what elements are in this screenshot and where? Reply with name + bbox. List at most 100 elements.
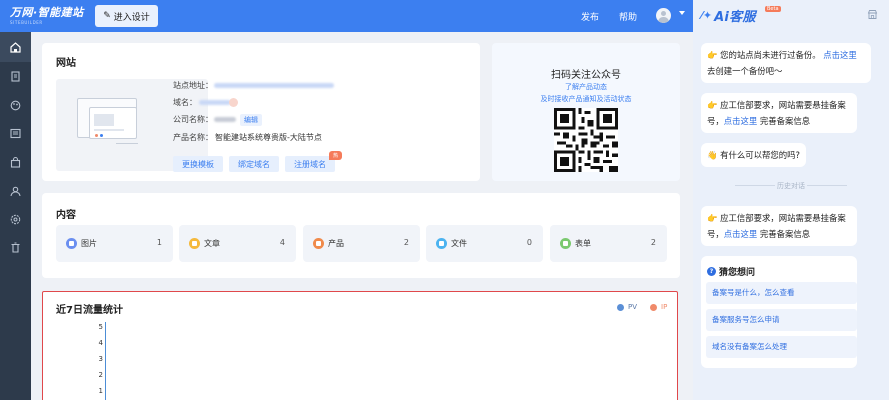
help-link[interactable]: 帮助 (619, 10, 637, 23)
content-tile-images[interactable]: 图片 1 (56, 225, 173, 262)
y-tick-3: 3 (98, 355, 103, 363)
site-url-value-redacted[interactable] (214, 83, 334, 88)
chevron-down-icon[interactable] (679, 11, 685, 15)
thumbnail-stand (116, 143, 138, 144)
enter-design-button[interactable]: ✎ 进入设计 (95, 5, 158, 27)
legend-ip[interactable]: IP (650, 303, 667, 311)
qr-title: 扫码关注公众号 (551, 70, 621, 81)
guess-item[interactable]: 备案服务号怎么申请 (706, 309, 857, 331)
legend-dot-pv (617, 303, 624, 311)
guess-item[interactable]: 备案号是什么，怎么查看 (706, 282, 857, 304)
beta-badge: Beta (765, 6, 781, 12)
users-icon[interactable] (9, 185, 22, 198)
content-tile-products[interactable]: 产品 2 (303, 225, 420, 262)
brand-name: 万网·智能建站 (10, 6, 84, 19)
legend-label-ip: IP (661, 303, 668, 311)
company-edit-link[interactable]: 编辑 (240, 114, 262, 126)
y-tick-2: 2 (98, 371, 103, 379)
qr-line-product-updates[interactable]: 了解产品动态 (492, 82, 680, 92)
change-template-button[interactable]: 更换模板 (173, 156, 223, 172)
message-text: 完善备案信息 (757, 229, 811, 239)
domain-value-redacted[interactable] (199, 100, 231, 105)
backup-click-here-link[interactable]: 点击这里 (823, 50, 857, 60)
legend-dot-ip (650, 303, 657, 311)
y-tick-1: 1 (98, 387, 103, 395)
chat-message-backup: 👉 您的站点尚未进行过备份。 点击这里 去创建一个备份吧～ (701, 43, 871, 83)
pointing-hand-icon: 👉 (707, 100, 718, 110)
traffic-title: 近7日流量统计 (56, 305, 123, 316)
register-domain-button[interactable]: 注册域名 (285, 156, 335, 172)
tile-label: 产品 (328, 239, 344, 248)
chat-message-greeting: 👋 有什么可以帮您的吗? (701, 143, 806, 167)
tile-label: 图片 (81, 239, 97, 248)
ai-chat-panel: ⁄✦ Ai客服 Beta 👉 您的站点尚未进行过备份。 点击这里 去创建一个备份… (693, 0, 889, 400)
sidebar (0, 32, 31, 400)
product-value: 智能建站系统尊贵版-大陆节点 (215, 133, 322, 142)
pencil-icon: ✎ (103, 11, 111, 21)
ai-service-brand: Ai客服 (714, 10, 756, 25)
qr-line-notifications[interactable]: 及时接收产品通知及活动状态 (492, 94, 680, 104)
publish-link[interactable]: 发布 (581, 10, 599, 23)
settings-gear-icon[interactable] (9, 213, 22, 226)
guess-item[interactable]: 域名没有备案怎么处理 (706, 336, 857, 358)
pages-icon[interactable] (9, 70, 22, 83)
message-text: 有什么可以帮您的吗? (720, 150, 800, 160)
trash-icon[interactable] (9, 241, 22, 254)
tile-count: 2 (650, 238, 656, 247)
file-icon (436, 238, 447, 249)
hot-badge: 热 (329, 151, 342, 160)
brand-subtitle: SITEBUILDER (10, 20, 43, 25)
enter-design-label: 进入设计 (113, 12, 150, 23)
guess-title: ? 猜您想问 (707, 265, 755, 278)
chat-header: ⁄✦ Ai客服 Beta (693, 0, 889, 30)
home-icon[interactable] (9, 41, 22, 54)
shop-bag-icon[interactable] (9, 156, 22, 169)
message-text: 号， (707, 116, 724, 126)
question-icon: ? (707, 267, 716, 276)
avatar-body (658, 17, 669, 23)
tile-label: 文章 (204, 239, 220, 248)
content-tile-files[interactable]: 文件 0 (426, 225, 543, 262)
y-axis (105, 322, 106, 400)
bind-domain-button[interactable]: 绑定域名 (229, 156, 279, 172)
avatar-head (661, 11, 666, 16)
content-card: 内容 图片 1 文章 4 产品 2 文件 0 表单 2 (42, 193, 680, 278)
product-icon (313, 238, 324, 249)
domain-status-dot (229, 98, 238, 107)
form-icon (560, 238, 571, 249)
message-text: 完善备案信息 (757, 116, 811, 126)
tile-count: 4 (279, 238, 285, 247)
qr-code (554, 108, 618, 172)
guess-title-label: 猜您想问 (719, 268, 756, 278)
message-text: 应工信部要求，网站需要悬挂备案 (720, 213, 846, 223)
icp-click-here-link[interactable]: 点击这里 (724, 116, 758, 126)
thumbnail-dot-red (95, 134, 98, 137)
content-tile-articles[interactable]: 文章 4 (179, 225, 296, 262)
sparkle-icon: ⁄✦ (701, 9, 713, 22)
icp-click-here-link-2[interactable]: 点击这里 (724, 229, 758, 239)
waving-hand-icon: 👋 (707, 150, 718, 160)
store-icon[interactable] (867, 9, 878, 20)
y-tick-5: 5 (98, 323, 103, 331)
domain-label: 域名： (173, 98, 197, 107)
content-icon[interactable] (9, 127, 22, 140)
company-label: 公司名称： (173, 115, 213, 124)
legend-pv[interactable]: PV (617, 303, 637, 311)
pointing-hand-icon: 👉 (707, 50, 718, 60)
ai-service-logo: ⁄✦ Ai客服 (701, 6, 756, 25)
tile-label: 表单 (575, 239, 591, 248)
thumbnail-front-screen (89, 107, 137, 139)
traffic-stats-card: 近7日流量统计 PV IP 5 4 3 2 1 (42, 291, 678, 400)
brand-logo[interactable]: 万网·智能建站 SITEBUILDER (10, 6, 84, 25)
article-icon (189, 238, 200, 249)
avatar[interactable] (656, 8, 671, 23)
chat-message-icp-1: 👉 应工信部要求，网站需要悬挂备案 号，点击这里 完善备案信息 (701, 93, 857, 133)
company-value-redacted (214, 117, 236, 122)
pointing-hand-icon: 👉 (707, 213, 718, 223)
message-text: 您的站点尚未进行过备份。 (720, 50, 821, 60)
content-tile-forms[interactable]: 表单 2 (550, 225, 667, 262)
site-url-label: 站点地址： (173, 81, 213, 90)
design-icon[interactable] (9, 99, 22, 112)
thumbnail-block (94, 114, 114, 126)
thumbnail-dot-blue (100, 134, 103, 137)
